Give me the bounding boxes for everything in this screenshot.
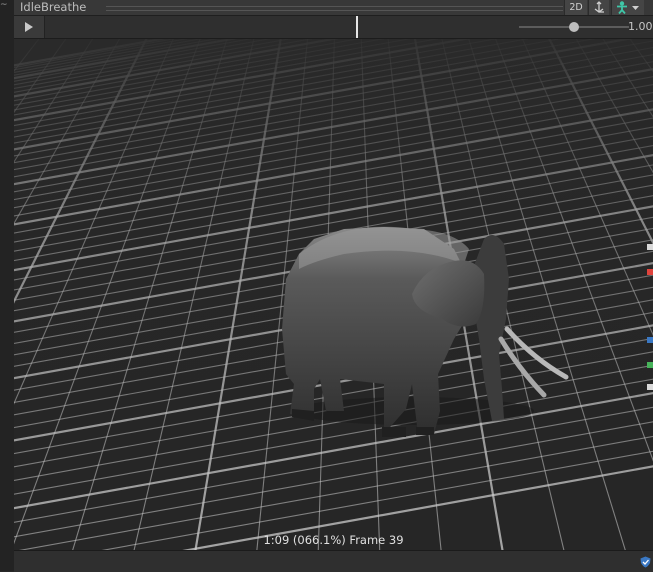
- gizmo-z-tick: [647, 337, 653, 343]
- chevron-down-icon: [632, 6, 639, 10]
- frame-status: 1:09 (066.1%) Frame 39: [263, 533, 404, 547]
- avatar-icon: [617, 1, 639, 15]
- speed-slider-knob[interactable]: [569, 22, 579, 32]
- gizmo-x-tick: [647, 269, 653, 275]
- preview-footer: [14, 550, 653, 572]
- pivot-button[interactable]: [588, 0, 609, 15]
- title-drag-line: [106, 6, 563, 11]
- shield-icon[interactable]: [640, 556, 651, 568]
- gizmo-green-tick: [647, 362, 653, 368]
- avatar-menu-button[interactable]: [611, 0, 644, 15]
- clip-title: IdleBreathe: [20, 0, 87, 14]
- pivot-icon: [594, 1, 604, 13]
- 2d-toggle-button[interactable]: 2D: [564, 0, 587, 15]
- speed-value: 1.00: [628, 20, 653, 33]
- ground-grid: [14, 39, 653, 550]
- speed-slider[interactable]: [519, 16, 629, 38]
- animation-preview-viewport[interactable]: 1:09 (066.1%) Frame 39: [14, 39, 653, 550]
- orientation-gizmo[interactable]: [643, 234, 653, 394]
- playhead-marker[interactable]: [356, 16, 358, 38]
- timeline-bar: 1.00: [14, 16, 653, 39]
- left-edge-strip: ~: [0, 0, 15, 571]
- preview-titlebar: IdleBreathe 2D: [14, 0, 653, 16]
- gizmo-y-tick: [647, 244, 653, 250]
- corner-glyph: ~: [0, 0, 8, 10]
- play-button[interactable]: [14, 16, 45, 38]
- play-icon: [25, 22, 33, 32]
- gizmo-white-tick: [647, 384, 653, 390]
- scrub-track[interactable]: [46, 16, 516, 38]
